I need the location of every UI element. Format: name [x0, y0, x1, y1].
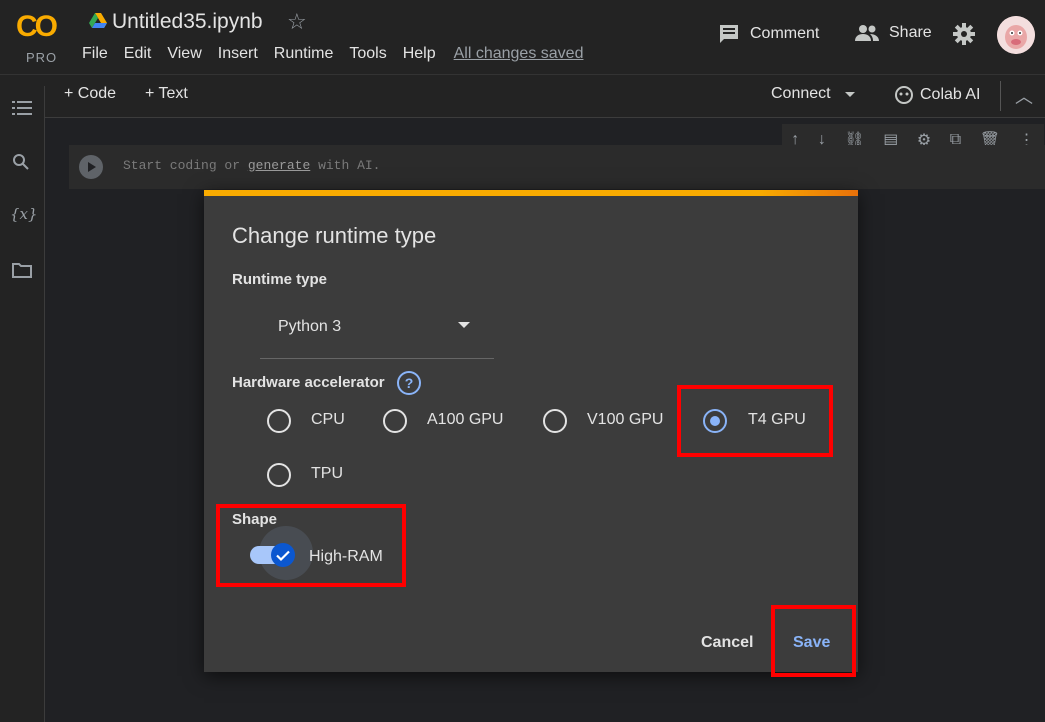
menu-bar: File Edit View Insert Runtime Tools Help… [82, 45, 599, 63]
menu-runtime[interactable]: Runtime [274, 45, 334, 63]
menu-help[interactable]: Help [403, 45, 436, 63]
drive-icon[interactable] [89, 13, 107, 29]
dialog-title: Change runtime type [232, 223, 437, 248]
connect-button[interactable]: Connect [771, 85, 855, 103]
highlight-t4-gpu [677, 385, 833, 457]
highlight-save [771, 605, 856, 677]
toc-icon[interactable] [12, 100, 32, 116]
menu-file[interactable]: File [82, 45, 108, 63]
run-cell-button[interactable] [79, 155, 103, 179]
variables-icon[interactable]: {x} [10, 205, 38, 223]
save-status-link[interactable]: All changes saved [454, 45, 584, 63]
comment-button[interactable]: Comment [718, 24, 819, 44]
avatar-image [997, 16, 1035, 54]
radio-v100-gpu[interactable] [543, 409, 567, 433]
colab-ai-button[interactable]: Colab AI [894, 85, 980, 105]
colab-ai-label: Colab AI [920, 86, 981, 103]
star-icon[interactable]: ☆ [287, 9, 307, 35]
search-icon[interactable] [12, 153, 30, 171]
connect-label: Connect [771, 85, 831, 102]
radio-cpu-label[interactable]: CPU [311, 411, 345, 429]
play-icon [88, 162, 96, 172]
app-header: CO PRO Untitled35.ipynb ☆ File Edit View… [0, 0, 1045, 74]
chevron-down-icon[interactable] [844, 91, 855, 97]
runtime-type-label: Runtime type [232, 271, 328, 288]
notebook-toolbar: + Code + Text Connect Colab AI ︿ [0, 74, 1045, 118]
avatar[interactable] [997, 16, 1035, 54]
dialog-accent-bar [204, 190, 858, 196]
radio-a100-gpu[interactable] [383, 409, 407, 433]
chevron-up-icon[interactable]: ︿ [1015, 83, 1033, 109]
runtime-type-value: Python 3 [278, 318, 342, 335]
menu-edit[interactable]: Edit [124, 45, 152, 63]
radio-cpu[interactable] [267, 409, 291, 433]
colab-logo[interactable]: CO PRO [14, 10, 66, 66]
menu-tools[interactable]: Tools [349, 45, 386, 63]
people-icon [855, 25, 879, 41]
help-icon[interactable]: ? [397, 371, 421, 395]
cancel-button[interactable]: Cancel [701, 634, 753, 652]
comment-label: Comment [750, 25, 820, 42]
runtime-type-select[interactable]: Python 3 [260, 306, 494, 359]
logo-text: CO [16, 10, 58, 43]
dropdown-arrow-icon [458, 322, 470, 328]
toolbar-divider [1000, 81, 1001, 111]
add-text-button[interactable]: + Text [145, 85, 188, 103]
code-cell[interactable]: Start coding or generate with AI. [69, 145, 1045, 189]
radio-a100-gpu-label[interactable]: A100 GPU [427, 411, 503, 429]
radio-v100-gpu-label[interactable]: V100 GPU [587, 411, 663, 429]
radio-tpu[interactable] [267, 463, 291, 487]
highlight-high-ram [216, 504, 406, 587]
cell-placeholder: Start coding or generate with AI. [123, 158, 381, 173]
folder-icon[interactable] [12, 262, 32, 278]
gear-icon[interactable] [952, 22, 976, 46]
add-code-button[interactable]: + Code [64, 85, 116, 103]
menu-view[interactable]: View [167, 45, 201, 63]
share-button[interactable]: Share [855, 24, 932, 42]
plan-badge: PRO [26, 50, 58, 65]
menu-insert[interactable]: Insert [218, 45, 258, 63]
comment-icon [720, 25, 738, 43]
placeholder-suffix: with AI. [318, 158, 381, 173]
hardware-accelerator-label: Hardware accelerator [232, 374, 385, 391]
notebook-title[interactable]: Untitled35.ipynb [112, 10, 263, 34]
colab-ai-icon [895, 86, 913, 104]
generate-link[interactable]: generate [248, 158, 310, 173]
left-sidebar: {x} [0, 86, 45, 722]
placeholder-prefix: Start coding or [123, 158, 241, 173]
radio-tpu-label[interactable]: TPU [311, 465, 343, 483]
share-label: Share [889, 24, 932, 41]
